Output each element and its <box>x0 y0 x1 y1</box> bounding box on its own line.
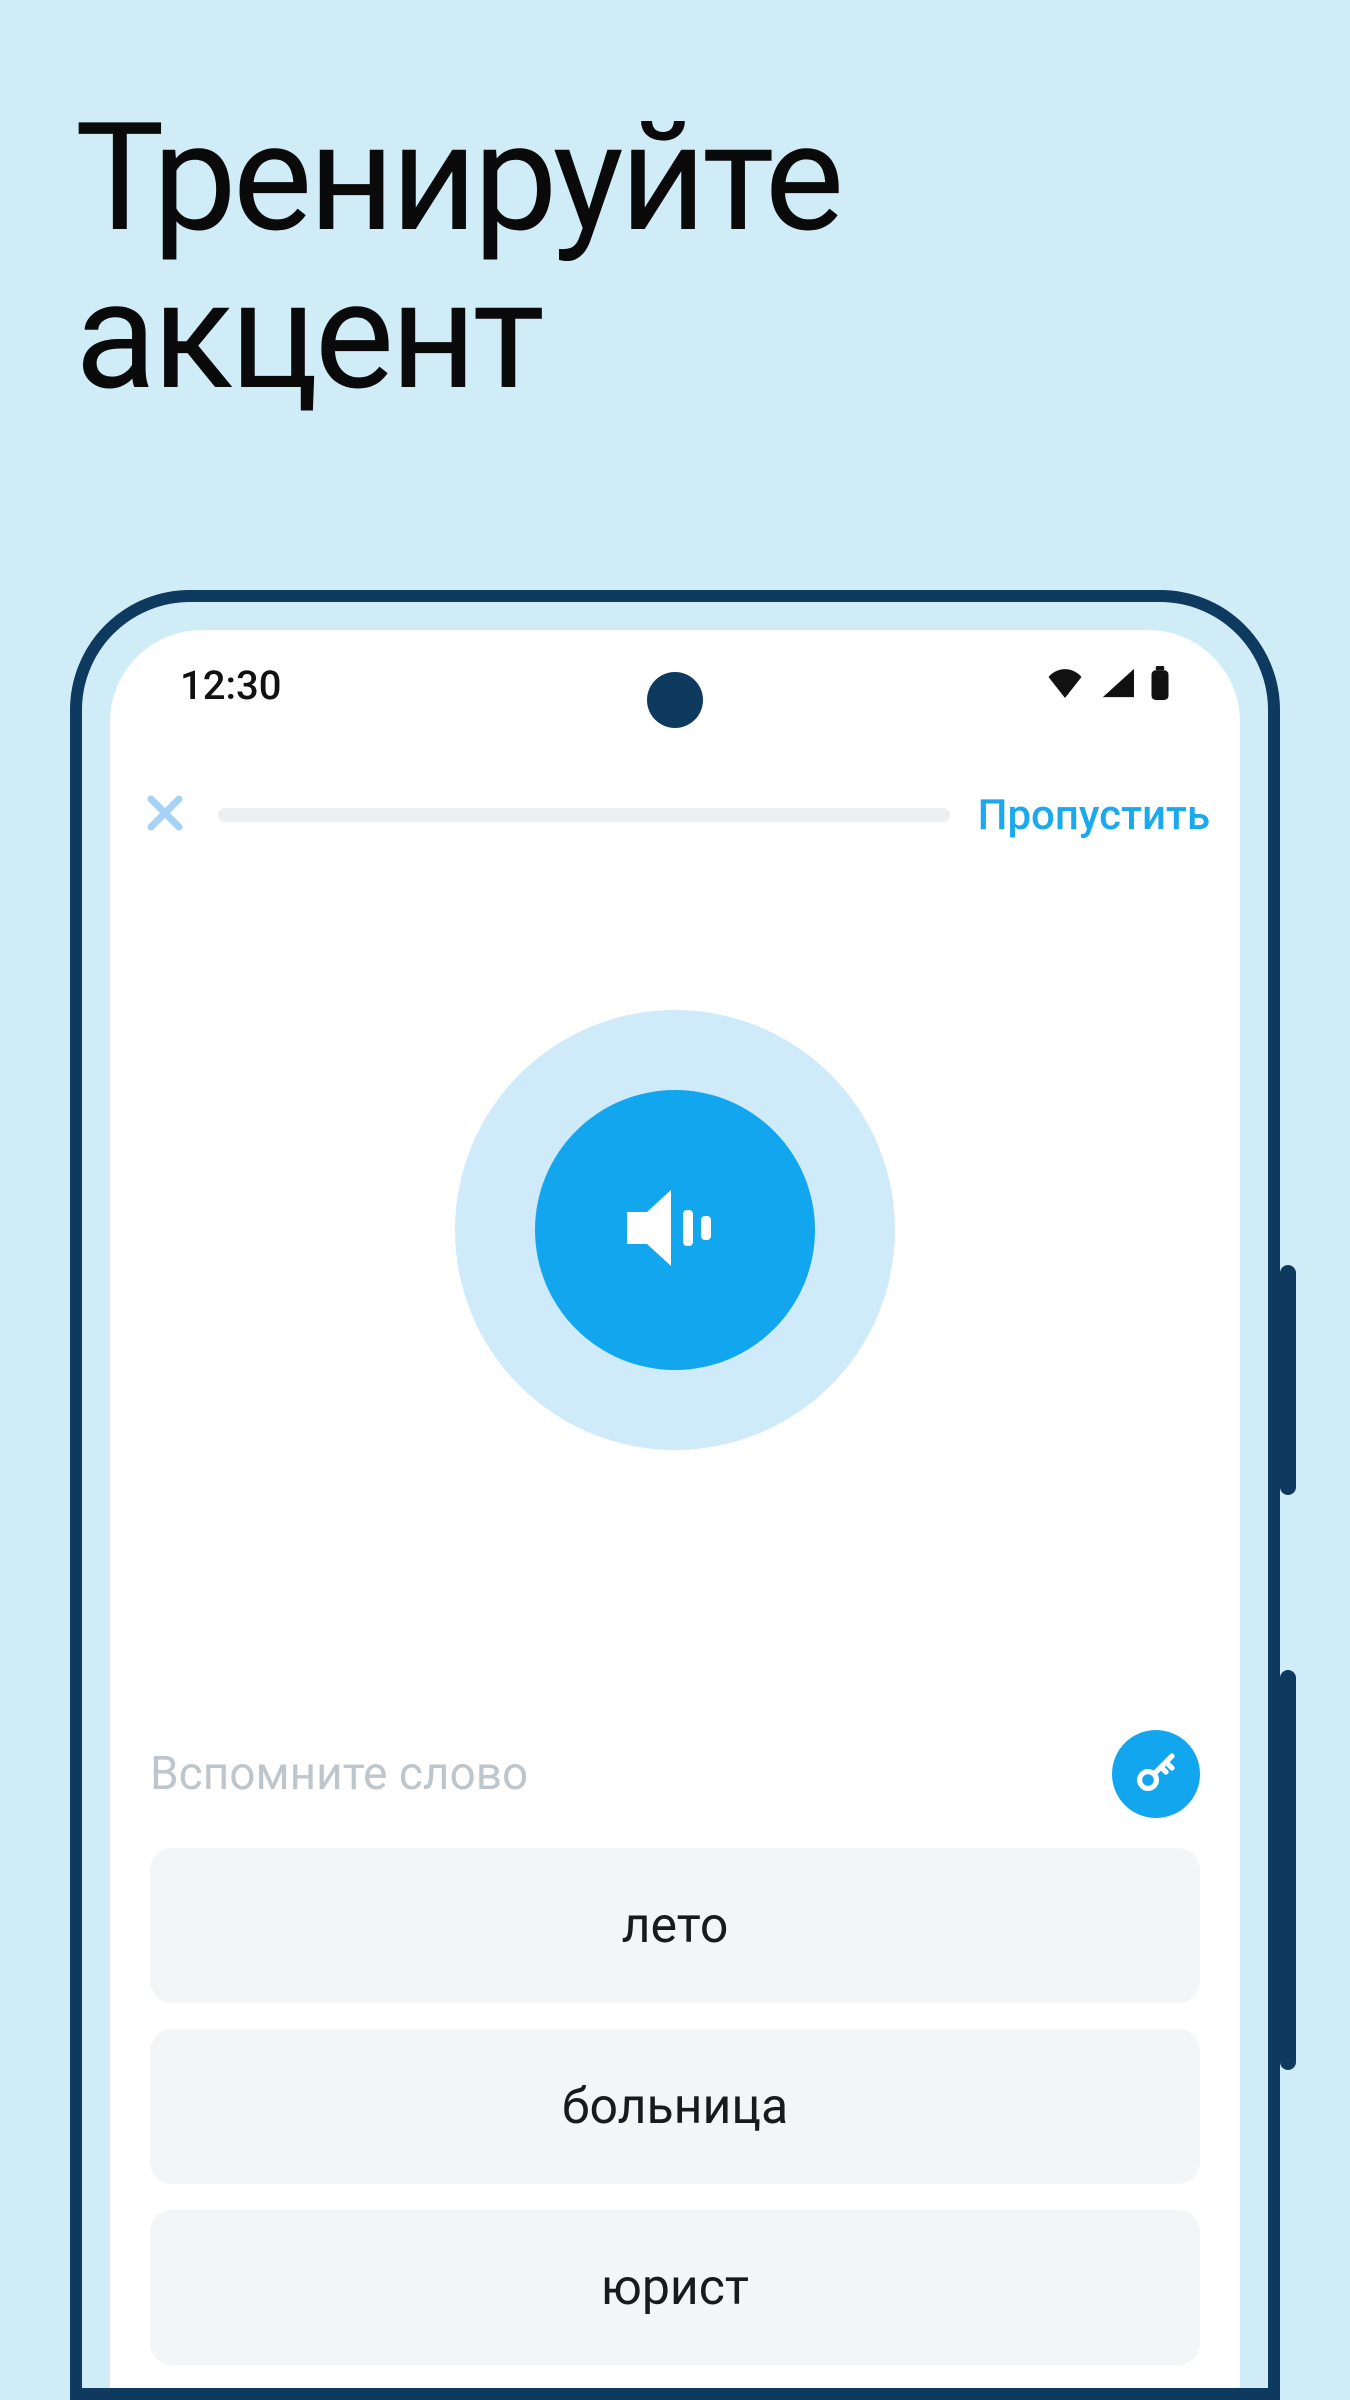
phone-frame: 12:30 <box>70 590 1280 2400</box>
progress-bar <box>218 808 950 822</box>
promo-headline-line1: Тренируйте <box>75 90 840 266</box>
signal-icon <box>1100 668 1134 702</box>
topbar: Пропустить <box>110 740 1240 840</box>
answer-option-label: лето <box>622 1897 729 1955</box>
close-button[interactable] <box>140 790 190 840</box>
phone-screen: 12:30 <box>110 630 1240 2388</box>
status-icons <box>1046 666 1170 704</box>
skip-button[interactable]: Пропустить <box>978 791 1210 840</box>
answer-option-label: больница <box>562 2078 788 2136</box>
phone-side-button-bottom <box>1280 1670 1296 2070</box>
play-audio-button[interactable] <box>535 1090 815 1370</box>
answer-options: лето больница юрист <box>110 1818 1240 2388</box>
status-time: 12:30 <box>180 662 281 709</box>
answer-option[interactable]: лето <box>150 1848 1200 2003</box>
audio-button-outer <box>455 1010 895 1450</box>
wifi-icon <box>1046 668 1084 702</box>
prompt-row: Вспомните слово <box>110 1730 1240 1818</box>
close-icon <box>144 792 186 838</box>
speaker-icon <box>615 1178 735 1282</box>
key-icon <box>1132 1748 1180 1800</box>
promo-headline: Тренируйте акцент <box>75 100 840 415</box>
camera-notch <box>647 672 703 728</box>
audio-area <box>110 1010 1240 1450</box>
battery-icon <box>1150 666 1170 704</box>
statusbar: 12:30 <box>110 630 1240 740</box>
promo-headline-line2: акцент <box>75 248 541 424</box>
answer-option-label: юрист <box>601 2259 749 2317</box>
answer-option[interactable]: больница <box>150 2029 1200 2184</box>
answer-option[interactable]: юрист <box>150 2210 1200 2365</box>
phone-side-button-top <box>1280 1265 1296 1495</box>
hint-button[interactable] <box>1112 1730 1200 1818</box>
prompt-text: Вспомните слово <box>150 1747 528 1801</box>
